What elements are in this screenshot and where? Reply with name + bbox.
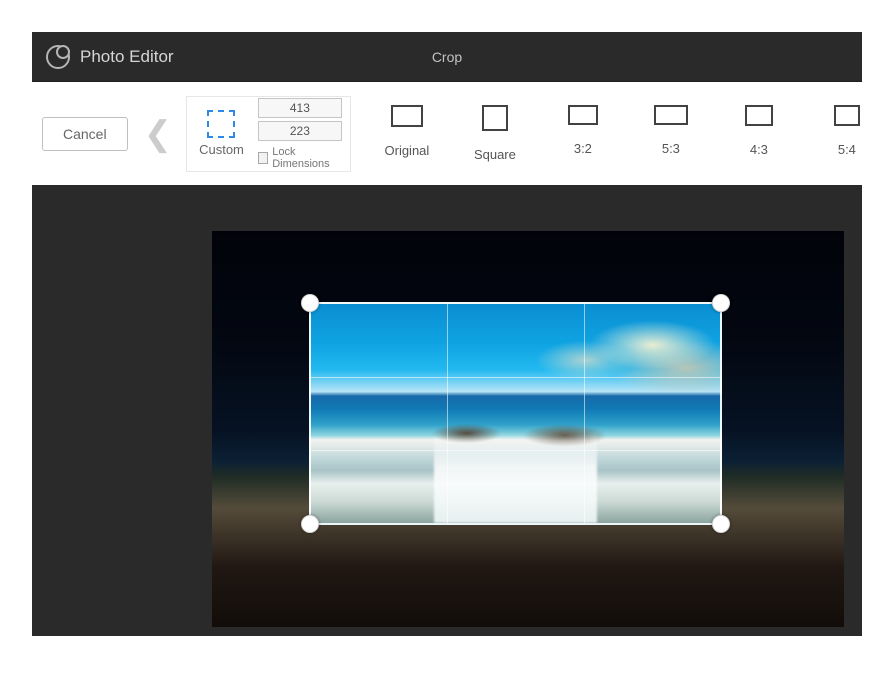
canvas-area[interactable]: [32, 185, 862, 636]
crop-toolbar: Cancel ❮ Custom Lock Dimensions Original: [32, 82, 862, 185]
custom-crop-group: Custom Lock Dimensions: [186, 96, 351, 172]
crop-handle-br[interactable]: [712, 515, 730, 533]
preset-3-2-icon: [568, 105, 598, 125]
preset-5-3[interactable]: 5:3: [651, 105, 691, 162]
back-chevron-icon[interactable]: ❮: [144, 117, 173, 151]
dimensions-column: Lock Dimensions: [258, 98, 342, 170]
app-window: Photo Editor Crop Cancel ❮ Custom Lock D…: [32, 32, 862, 636]
preset-5-4[interactable]: 5:4: [827, 105, 867, 162]
sky-decoration: [495, 314, 720, 391]
preset-4-3-label: 4:3: [750, 142, 768, 157]
preset-5-4-icon: [834, 105, 860, 126]
crop-handle-tr[interactable]: [712, 294, 730, 312]
preset-5-3-label: 5:3: [662, 141, 680, 156]
app-title: Photo Editor: [80, 47, 174, 67]
custom-label: Custom: [199, 142, 244, 157]
preset-4-3-icon: [745, 105, 773, 126]
grid-line: [311, 377, 720, 378]
grid-line: [584, 304, 585, 523]
lock-dimensions-row[interactable]: Lock Dimensions: [258, 146, 342, 170]
grid-line: [311, 450, 720, 451]
preset-square[interactable]: Square: [475, 105, 515, 162]
app-logo-icon: [46, 45, 70, 69]
preset-custom[interactable]: Custom: [199, 110, 244, 157]
cancel-button[interactable]: Cancel: [42, 117, 128, 151]
preset-square-label: Square: [474, 147, 516, 162]
crop-handle-tl[interactable]: [301, 294, 319, 312]
app-header: Photo Editor Crop: [32, 32, 862, 82]
waterfall-decoration: [434, 431, 598, 523]
lock-dimensions-checkbox[interactable]: [258, 152, 268, 164]
preset-5-3-icon: [654, 105, 688, 125]
preset-4-3[interactable]: 4:3: [739, 105, 779, 162]
grid-line: [447, 304, 448, 523]
lock-dimensions-label: Lock Dimensions: [272, 146, 342, 170]
preset-original-label: Original: [385, 143, 430, 158]
crop-handle-bl[interactable]: [301, 515, 319, 533]
crop-selection[interactable]: [309, 302, 722, 525]
preset-original[interactable]: Original: [387, 105, 427, 162]
preset-3-2-label: 3:2: [574, 141, 592, 156]
crop-width-input[interactable]: [258, 98, 342, 118]
custom-box-icon: [207, 110, 235, 138]
preset-original-icon: [391, 105, 423, 127]
crop-height-input[interactable]: [258, 121, 342, 141]
preset-square-icon: [482, 105, 508, 131]
preset-3-2[interactable]: 3:2: [563, 105, 603, 162]
aspect-presets: Original Square 3:2 5:3 4:3 5:4: [371, 105, 867, 162]
preset-5-4-label: 5:4: [838, 142, 856, 157]
